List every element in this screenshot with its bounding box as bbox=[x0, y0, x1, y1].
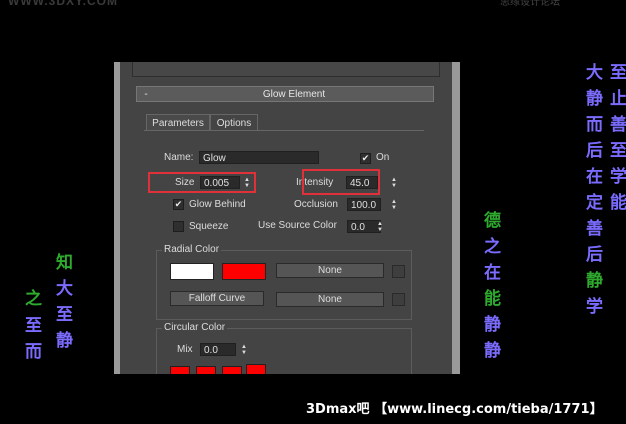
watermark-top-left: WWW.3DXY.COM bbox=[8, 0, 118, 8]
decor-char: 后 bbox=[586, 141, 603, 161]
falloff-curve-button[interactable]: Falloff Curve bbox=[170, 291, 264, 306]
use-source-color-spinner[interactable]: ▲ ▼ bbox=[376, 220, 384, 233]
decor-char: 大 bbox=[56, 279, 73, 299]
mix-label: Mix bbox=[177, 344, 193, 355]
decor-char: 而 bbox=[25, 342, 42, 362]
use-source-color-label: Use Source Color bbox=[258, 220, 337, 231]
on-checkbox[interactable]: ✔ bbox=[360, 153, 371, 164]
decor-char: 学 bbox=[610, 167, 626, 187]
decor-char: 静 bbox=[56, 331, 73, 351]
decor-char: 知 bbox=[56, 253, 73, 273]
decor-col-5: 至 止 善 至 学 能 bbox=[610, 60, 626, 216]
mix-spinner[interactable]: ▲ ▼ bbox=[240, 343, 248, 356]
decor-char: 静 bbox=[484, 315, 501, 335]
highlight-size bbox=[148, 172, 256, 193]
decor-col-4: 大 静 而 后 在 定 善 后 静 学 bbox=[586, 60, 603, 320]
circular-color-swatch-2[interactable] bbox=[196, 366, 216, 374]
decor-char: 之 bbox=[25, 289, 42, 309]
rollout-header[interactable]: - Glow Element bbox=[136, 86, 434, 102]
name-field[interactable]: Glow bbox=[199, 151, 319, 164]
decor-char: 德 bbox=[484, 211, 501, 231]
glow-behind-label: Glow Behind bbox=[189, 199, 246, 210]
decor-col-2: 知 大 至 静 bbox=[56, 250, 73, 354]
falloff-map-toggle[interactable] bbox=[392, 293, 405, 306]
watermark-footer: 3Dmax吧 【www.linecg.com/tieba/1771】 bbox=[306, 402, 603, 417]
radial-map-none-button[interactable]: None bbox=[276, 263, 384, 278]
decor-char: 在 bbox=[586, 167, 603, 187]
circular-color-group bbox=[156, 328, 412, 374]
occlusion-field[interactable]: 100.0 bbox=[347, 198, 381, 211]
decor-col-1: 至 而 bbox=[25, 313, 42, 365]
decor-char: 能 bbox=[484, 289, 501, 309]
glow-behind-checkbox[interactable]: ✔ bbox=[173, 199, 184, 210]
radial-color-group bbox=[156, 250, 412, 320]
decor-char: 后 bbox=[586, 245, 603, 265]
squeeze-label: Squeeze bbox=[189, 221, 229, 232]
panel-scrollbar[interactable] bbox=[452, 62, 460, 374]
falloff-map-none-button[interactable]: None bbox=[276, 292, 384, 307]
intensity-spinner[interactable]: ▲ ▼ bbox=[390, 176, 398, 189]
rollout-title: Glow Element bbox=[262, 88, 326, 100]
tab-parameters[interactable]: Parameters bbox=[146, 114, 210, 131]
name-label: Name: bbox=[164, 152, 194, 163]
decor-char: 至 bbox=[25, 316, 42, 336]
decor-char: 能 bbox=[610, 193, 626, 213]
tab-divider bbox=[144, 130, 424, 131]
circular-color-swatch-1[interactable] bbox=[170, 366, 190, 374]
squeeze-checkbox[interactable] bbox=[173, 221, 184, 232]
circular-color-swatch-3[interactable] bbox=[222, 366, 242, 374]
rollout-collapse-toggle[interactable]: - bbox=[137, 89, 155, 100]
radial-color-label: Radial Color bbox=[162, 244, 222, 255]
decor-char: 静 bbox=[586, 271, 603, 291]
decor-char: 学 bbox=[586, 297, 603, 317]
on-label: On bbox=[376, 152, 390, 163]
decor-char: 善 bbox=[586, 219, 603, 239]
highlight-intensity bbox=[302, 169, 380, 195]
circular-color-label: Circular Color bbox=[162, 322, 228, 333]
decor-char: 大 bbox=[586, 63, 603, 83]
decor-char: 定 bbox=[586, 193, 603, 213]
decor-char: 之 bbox=[484, 237, 501, 257]
decor-col-3: 德 之 在 能 静 静 bbox=[484, 208, 501, 364]
radial-color-swatch-1[interactable] bbox=[170, 263, 214, 280]
decor-char: 在 bbox=[484, 263, 501, 283]
occlusion-label: Occlusion bbox=[294, 199, 338, 210]
panel-frame-left bbox=[114, 62, 120, 374]
watermark-top-right: 思缘设计论坛 bbox=[500, 0, 560, 8]
decor-char: 而 bbox=[586, 115, 603, 135]
decor-char: 至 bbox=[56, 305, 73, 325]
decor-char: 止 bbox=[610, 89, 626, 109]
tab-options[interactable]: Options bbox=[210, 114, 258, 131]
decor-char: 静 bbox=[484, 341, 501, 361]
decor-char: 善 bbox=[610, 115, 626, 135]
glow-element-panel: - Glow Element Parameters Options Name: … bbox=[114, 62, 460, 374]
decor-char: 至 bbox=[610, 141, 626, 161]
decor-char: 静 bbox=[586, 89, 603, 109]
decor-char: 至 bbox=[610, 63, 626, 83]
occlusion-spinner[interactable]: ▲ ▼ bbox=[390, 198, 398, 211]
radial-map-toggle[interactable] bbox=[392, 265, 405, 278]
circular-color-swatch-4[interactable] bbox=[246, 364, 266, 374]
decor-col-1b: 之 bbox=[25, 286, 42, 312]
radial-color-swatch-2[interactable] bbox=[222, 263, 266, 280]
mix-field[interactable]: 0.0 bbox=[200, 343, 236, 356]
previous-rollout-edge bbox=[132, 62, 440, 77]
